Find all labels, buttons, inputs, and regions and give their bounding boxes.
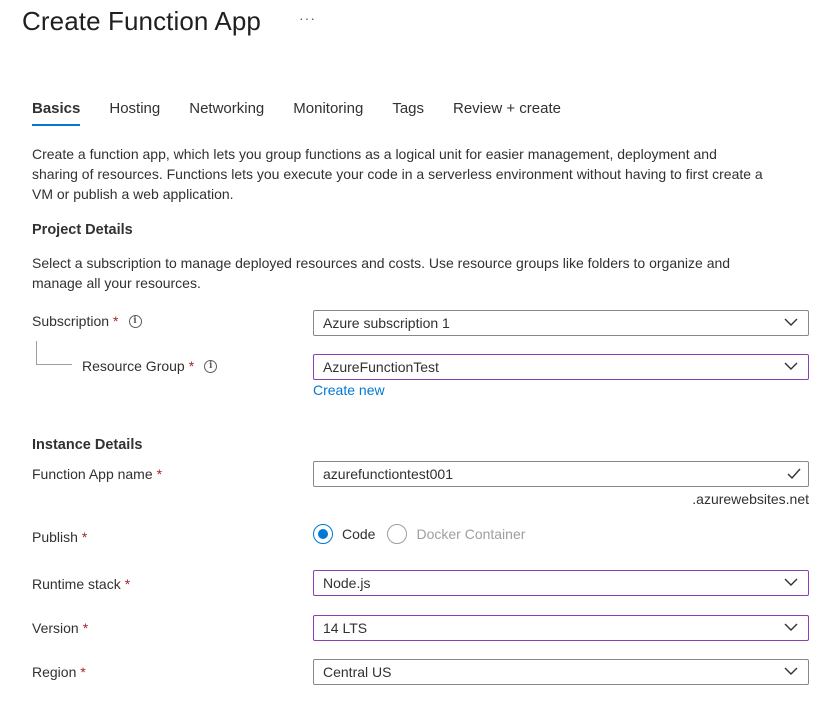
tab-tags[interactable]: Tags [392,100,424,126]
tab-networking[interactable]: Networking [189,100,264,126]
info-icon[interactable]: i [204,359,218,373]
project-desc-line: manage all your resources. [32,275,201,291]
resource-group-label: Resource Group * i [82,358,218,374]
version-label-text: Version [32,620,79,636]
intro-line: sharing of resources. Functions lets you… [32,166,763,182]
version-label: Version * [32,620,88,636]
subscription-label: Subscription * i [32,313,142,329]
project-desc-line: Select a subscription to manage deployed… [32,255,731,271]
tab-bar: Basics Hosting Networking Monitoring Tag… [32,100,590,126]
required-mark: * [82,620,89,636]
runtime-stack-label: Runtime stack * [32,576,130,592]
resource-group-select[interactable]: AzureFunctionTest [313,354,809,380]
function-app-name-input[interactable]: azurefunctiontest001 [313,461,809,487]
tab-hosting[interactable]: Hosting [109,100,160,126]
project-details-heading: Project Details [32,222,133,238]
more-options-icon[interactable]: ··· [299,10,316,26]
page-title: Create Function App [22,6,261,36]
radio-checked-icon[interactable] [313,524,333,544]
region-select[interactable]: Central US [313,659,809,685]
subscription-label-text: Subscription [32,313,110,329]
runtime-stack-value: Node.js [323,575,371,591]
tab-monitoring[interactable]: Monitoring [293,100,363,126]
publish-option-code[interactable]: Code [313,524,375,544]
check-icon [787,468,801,480]
version-select[interactable]: 14 LTS [313,615,809,641]
radio-unchecked-icon[interactable] [387,524,408,544]
publish-option-docker[interactable]: Docker Container [387,524,525,544]
required-mark: * [188,358,195,374]
required-mark: * [124,576,131,592]
publish-option-label: Code [342,526,376,542]
subscription-value: Azure subscription 1 [323,315,450,331]
publish-label-text: Publish [32,529,78,545]
runtime-stack-select[interactable]: Node.js [313,570,809,596]
tab-basics[interactable]: Basics [32,100,81,126]
resource-group-label-text: Resource Group [82,358,185,374]
region-label: Region * [32,664,86,680]
chevron-down-icon [784,667,798,675]
chevron-down-icon [784,623,798,631]
tab-review-create[interactable]: Review + create [453,100,561,126]
create-new-link[interactable]: Create new [313,382,385,398]
chevron-down-icon [784,578,798,586]
hierarchy-connector [36,341,72,365]
required-mark: * [156,466,163,482]
intro-description: Create a function app, which lets you gr… [32,144,812,204]
subscription-select[interactable]: Azure subscription 1 [313,310,809,336]
runtime-stack-label-text: Runtime stack [32,576,121,592]
chevron-down-icon [784,362,798,370]
publish-label: Publish * [32,529,87,545]
publish-option-label: Docker Container [416,526,526,542]
function-app-name-label-text: Function App name [32,466,153,482]
domain-suffix: .azurewebsites.net [692,491,809,507]
chevron-down-icon [784,318,798,326]
required-mark: * [81,529,88,545]
intro-line: VM or publish a web application. [32,186,234,202]
region-value: Central US [323,664,392,680]
info-icon[interactable]: i [128,314,142,328]
instance-details-heading: Instance Details [32,437,143,453]
required-mark: * [113,313,119,329]
resource-group-value: AzureFunctionTest [323,359,439,375]
publish-radio-group: Code Docker Container [313,524,537,544]
version-value: 14 LTS [323,620,368,636]
project-description: Select a subscription to manage deployed… [32,253,812,293]
intro-line: Create a function app, which lets you gr… [32,146,717,162]
region-label-text: Region [32,664,77,680]
required-mark: * [80,664,86,680]
function-app-name-label: Function App name * [32,466,162,482]
function-app-name-value: azurefunctiontest001 [323,466,453,482]
